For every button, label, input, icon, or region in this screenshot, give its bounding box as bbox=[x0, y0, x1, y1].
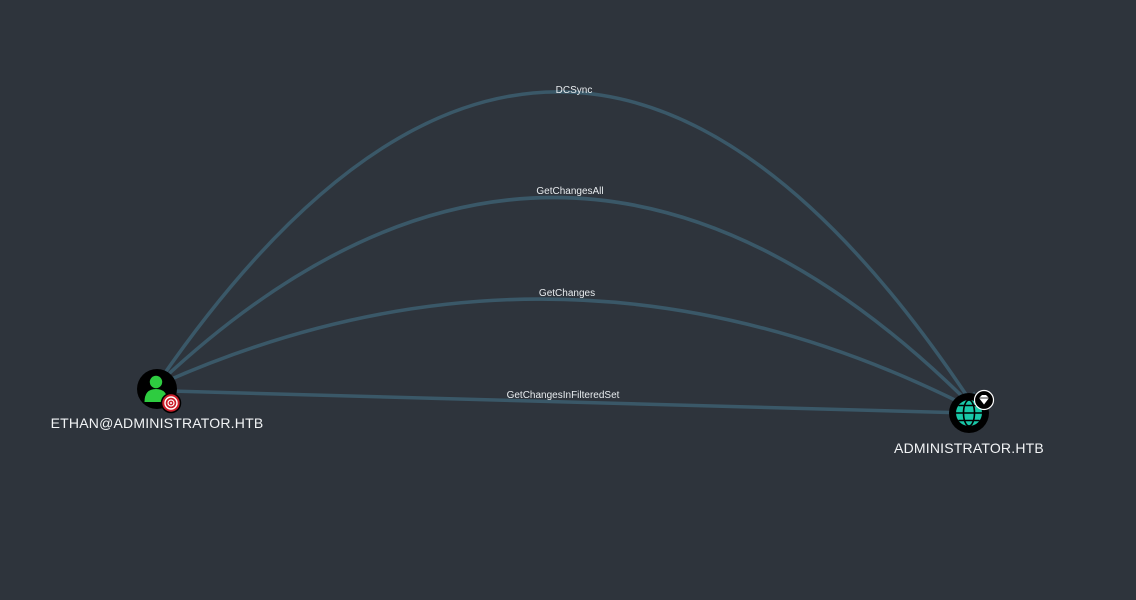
edge-line[interactable] bbox=[158, 90, 977, 411]
node-label: ETHAN@ADMINISTRATOR.HTB bbox=[51, 415, 264, 431]
node-domain-administrator[interactable]: ADMINISTRATOR.HTB bbox=[894, 389, 1044, 457]
edge-dcsync[interactable]: DCSync bbox=[158, 85, 977, 411]
node-user-ethan[interactable]: ETHAN@ADMINISTRATOR.HTB bbox=[51, 369, 264, 431]
diamond-icon bbox=[973, 389, 995, 411]
target-icon bbox=[160, 392, 182, 414]
edge-label: GetChangesAll bbox=[536, 186, 603, 197]
edge-label: DCSync bbox=[556, 85, 593, 96]
node-label: ADMINISTRATOR.HTB bbox=[894, 440, 1044, 456]
edge-getchangesinfilteredset[interactable]: GetChangesInFilteredSet bbox=[169, 389, 972, 422]
edge-label: GetChanges bbox=[539, 288, 595, 299]
graph-canvas[interactable]: DCSync GetChangesAll GetChanges GetChang… bbox=[0, 0, 1136, 600]
edge-label: GetChangesInFilteredSet bbox=[507, 390, 620, 401]
